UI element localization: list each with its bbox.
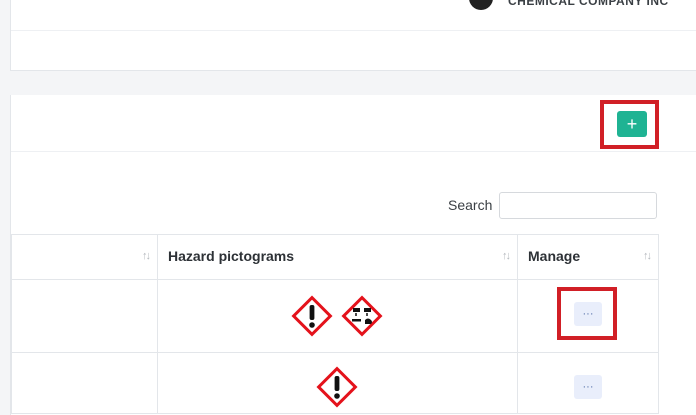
table-cell-name: [11, 352, 158, 414]
table-row: ···: [11, 279, 659, 353]
manage-menu-button[interactable]: ···: [574, 375, 602, 399]
sort-icon[interactable]: ↑↓: [643, 250, 652, 262]
search-input[interactable]: [499, 192, 657, 219]
table-row: ···: [11, 352, 659, 414]
highlight-box-add: [600, 100, 659, 149]
avatar[interactable]: [469, 0, 493, 10]
company-name: CHEMICAL COMPANY INC: [508, 0, 669, 8]
content-card: + Search ↑↓ Hazard pictograms ↑↓ Manage: [10, 95, 696, 415]
table-cell-manage: ···: [517, 352, 659, 414]
column-header-name[interactable]: ↑↓: [11, 234, 158, 280]
exclamation-mark-icon: [316, 366, 358, 408]
table-cell-name: [11, 279, 158, 353]
sort-icon[interactable]: ↑↓: [502, 250, 511, 262]
header-divider: [11, 30, 696, 31]
exclamation-mark-icon: [291, 295, 333, 337]
column-header-hazard-pictograms[interactable]: Hazard pictograms ↑↓: [157, 234, 518, 280]
sort-icon[interactable]: ↑↓: [142, 250, 151, 262]
table-cell-manage: ···: [517, 279, 659, 353]
table-header-row: ↑↓ Hazard pictograms ↑↓ Manage ↑↓: [11, 234, 659, 280]
card-header: +: [11, 95, 696, 152]
table-cell-pictograms: [157, 352, 518, 414]
search-label: Search: [448, 197, 493, 213]
highlight-box-manage: [557, 287, 617, 340]
column-header-manage[interactable]: Manage ↑↓: [517, 234, 659, 280]
table-cell-pictograms: [157, 279, 518, 353]
top-bar: CHEMICAL COMPANY INC: [10, 0, 696, 71]
data-table: ↑↓ Hazard pictograms ↑↓ Manage ↑↓ ··· ··…: [11, 234, 659, 414]
corrosion-icon: [341, 295, 383, 337]
